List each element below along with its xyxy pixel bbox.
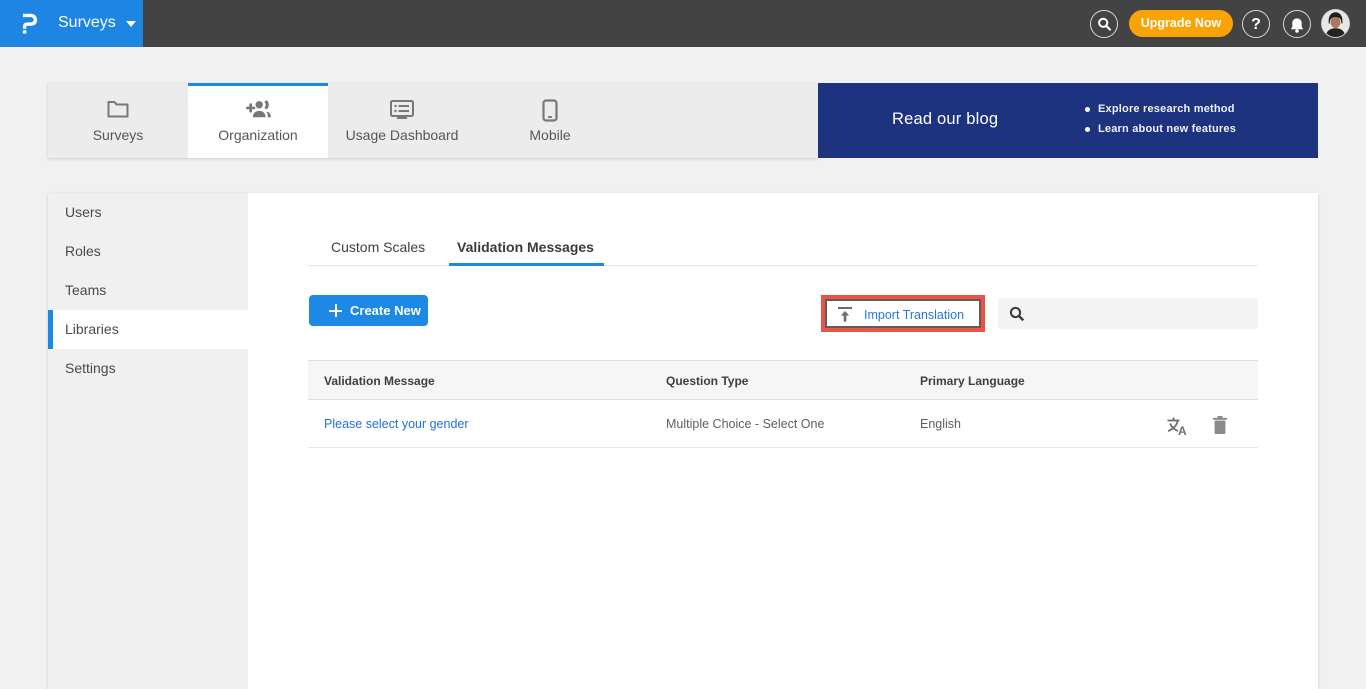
svg-text:A: A [1178,424,1187,436]
